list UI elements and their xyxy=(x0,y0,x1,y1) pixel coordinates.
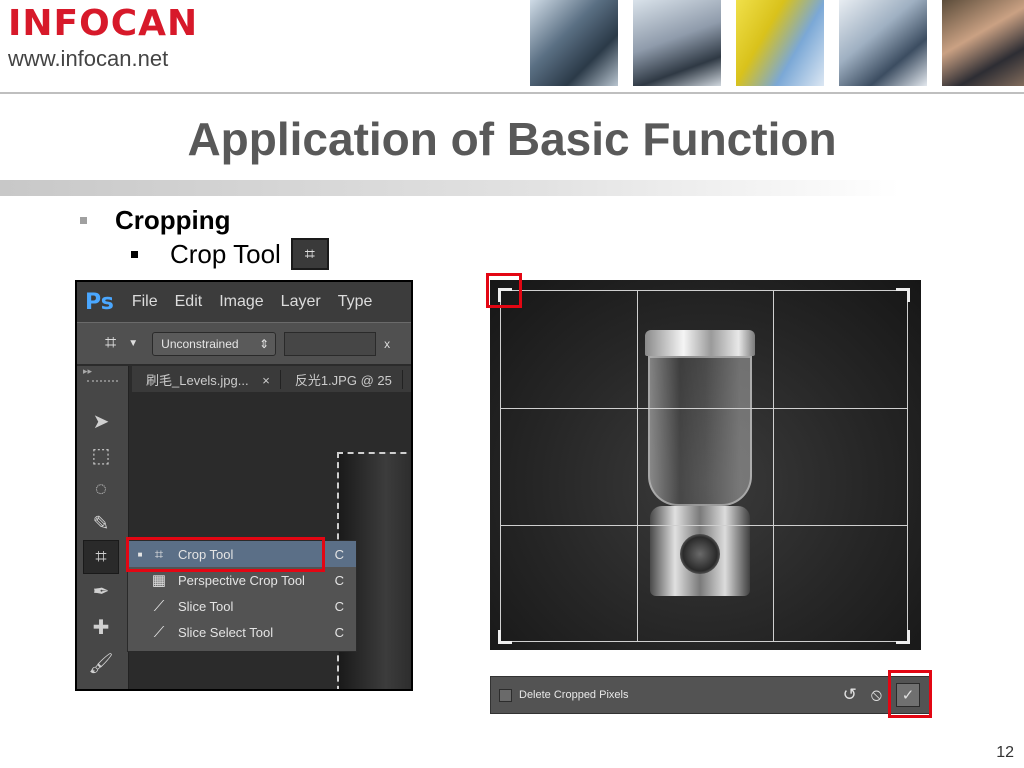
menu-edit[interactable]: Edit xyxy=(175,293,203,311)
ratio-select[interactable]: Unconstrained ⇕ xyxy=(152,331,277,356)
expand-icon[interactable]: ▸▸ xyxy=(77,366,128,376)
bullet-text: Crop Tool xyxy=(170,238,281,269)
document-tabs: 刷毛_Levels.jpg... × 反光1.JPG @ 25 xyxy=(132,366,411,392)
shortcut-label: C xyxy=(334,598,344,614)
header-photo-team xyxy=(839,0,927,86)
crop-icon[interactable]: ⌗ xyxy=(105,332,116,355)
ps-options-bar: ⌗ ▼ Unconstrained ⇕ x xyxy=(77,322,411,364)
crop-tool-icon[interactable]: ⌗ xyxy=(290,238,329,270)
tab-label: 刷毛_Levels.jpg... xyxy=(146,372,249,388)
logo-text: INFOCAN xyxy=(8,3,199,44)
header-photos xyxy=(530,0,1024,86)
crop-handle-top-right[interactable] xyxy=(896,288,910,302)
tab-label: 反光1.JPG @ 25 xyxy=(294,372,392,388)
ratio-x-label: x xyxy=(384,336,391,351)
tab-document-2[interactable]: 反光1.JPG @ 25 xyxy=(281,369,403,389)
flyout-item-slice-select-tool[interactable]: ⟋ Slice Select Tool C xyxy=(128,619,356,645)
bullet-crop-tool: Crop Tool ⌗ xyxy=(131,238,329,270)
header-photo-meeting xyxy=(633,0,721,86)
chevron-down-icon[interactable]: ▼ xyxy=(128,338,138,349)
move-tool-icon[interactable]: ➤ xyxy=(83,404,119,438)
healing-brush-tool-icon[interactable]: ✚ xyxy=(83,610,119,644)
perspective-crop-icon: ▦ xyxy=(151,572,167,589)
header-divider xyxy=(0,92,1024,94)
slice-select-icon: ⟋ xyxy=(153,623,165,641)
brush-tool-icon[interactable]: 🖌 xyxy=(83,646,119,680)
tab-document-1[interactable]: 刷毛_Levels.jpg... × xyxy=(132,369,281,389)
menu-image[interactable]: Image xyxy=(219,293,263,311)
crop-tool-button[interactable]: ⌗ xyxy=(83,540,119,574)
delete-cropped-pixels-checkbox[interactable] xyxy=(499,688,512,702)
highlight-box-crop-tool xyxy=(126,537,325,572)
lasso-tool-icon[interactable]: ◌ xyxy=(83,472,119,506)
header-photo-businessman xyxy=(530,0,618,86)
grid-line xyxy=(501,525,907,526)
ps-menubar: Ps File Edit Image Layer Type xyxy=(77,282,411,322)
shortcut-label: C xyxy=(334,572,344,588)
title-underline xyxy=(0,180,900,196)
highlight-box-crop-corner xyxy=(486,273,522,308)
bullet-marker xyxy=(131,250,138,258)
bullet-marker xyxy=(80,217,87,224)
flyout-label: Slice Tool xyxy=(178,598,234,614)
grid-line xyxy=(501,408,907,409)
width-input[interactable] xyxy=(284,331,377,356)
highlight-box-commit xyxy=(888,670,932,718)
page-number: 12 xyxy=(996,744,1014,761)
grid-line xyxy=(637,291,638,641)
crop-frame[interactable] xyxy=(498,288,910,644)
toolbar-grip[interactable] xyxy=(87,380,118,390)
shortcut-label: C xyxy=(334,624,344,640)
bullet-text: Cropping xyxy=(115,205,231,235)
flyout-label: Perspective Crop Tool xyxy=(178,572,305,588)
ratio-select-value: Unconstrained xyxy=(161,336,239,351)
infocan-logo: INFOCAN www.infocan.net xyxy=(8,4,198,72)
bullet-cropping: Cropping xyxy=(80,205,231,236)
header-photo-cables xyxy=(736,0,824,86)
crop-preview-image[interactable] xyxy=(490,280,921,650)
quick-select-tool-icon[interactable]: ✎ xyxy=(83,506,119,540)
grid-line xyxy=(773,291,774,641)
crop-options-bar: Delete Cropped Pixels ↺ ⦸ ✓ xyxy=(490,676,931,714)
slide-title: Application of Basic Function xyxy=(187,113,837,165)
reset-icon[interactable]: ↺ xyxy=(843,685,857,705)
photoshop-window: Ps File Edit Image Layer Type ⌗ ▼ Uncons… xyxy=(75,280,413,691)
crop-handle-bottom-right[interactable] xyxy=(896,630,910,644)
logo-url: www.infocan.net xyxy=(8,46,169,71)
eyedropper-tool-icon[interactable]: ✒ xyxy=(83,574,119,608)
menu-type[interactable]: Type xyxy=(338,293,373,311)
ps-toolbar: ▸▸ ➤ ⬚ ◌ ✎ ⌗ ✒ ✚ 🖌 xyxy=(77,366,129,689)
menu-file[interactable]: File xyxy=(132,293,158,311)
close-icon[interactable]: × xyxy=(262,373,270,388)
flyout-item-slice-tool[interactable]: ⟋ Slice Tool C xyxy=(128,593,356,619)
slide: INFOCAN www.infocan.net Application of B… xyxy=(0,0,1024,768)
cancel-icon[interactable]: ⦸ xyxy=(871,685,882,705)
slice-icon: ⟋ xyxy=(153,597,165,615)
marquee-tool-icon[interactable]: ⬚ xyxy=(83,438,119,472)
flyout-label: Slice Select Tool xyxy=(178,624,274,640)
crop-handle-bottom-left[interactable] xyxy=(498,630,512,644)
menu-layer[interactable]: Layer xyxy=(281,293,321,311)
ps-logo: Ps xyxy=(85,289,114,315)
delete-cropped-pixels-label: Delete Cropped Pixels xyxy=(519,689,629,701)
stepper-icon: ⇕ xyxy=(259,336,270,351)
shortcut-label: C xyxy=(334,546,344,562)
header-photo-keyboard xyxy=(942,0,1024,86)
